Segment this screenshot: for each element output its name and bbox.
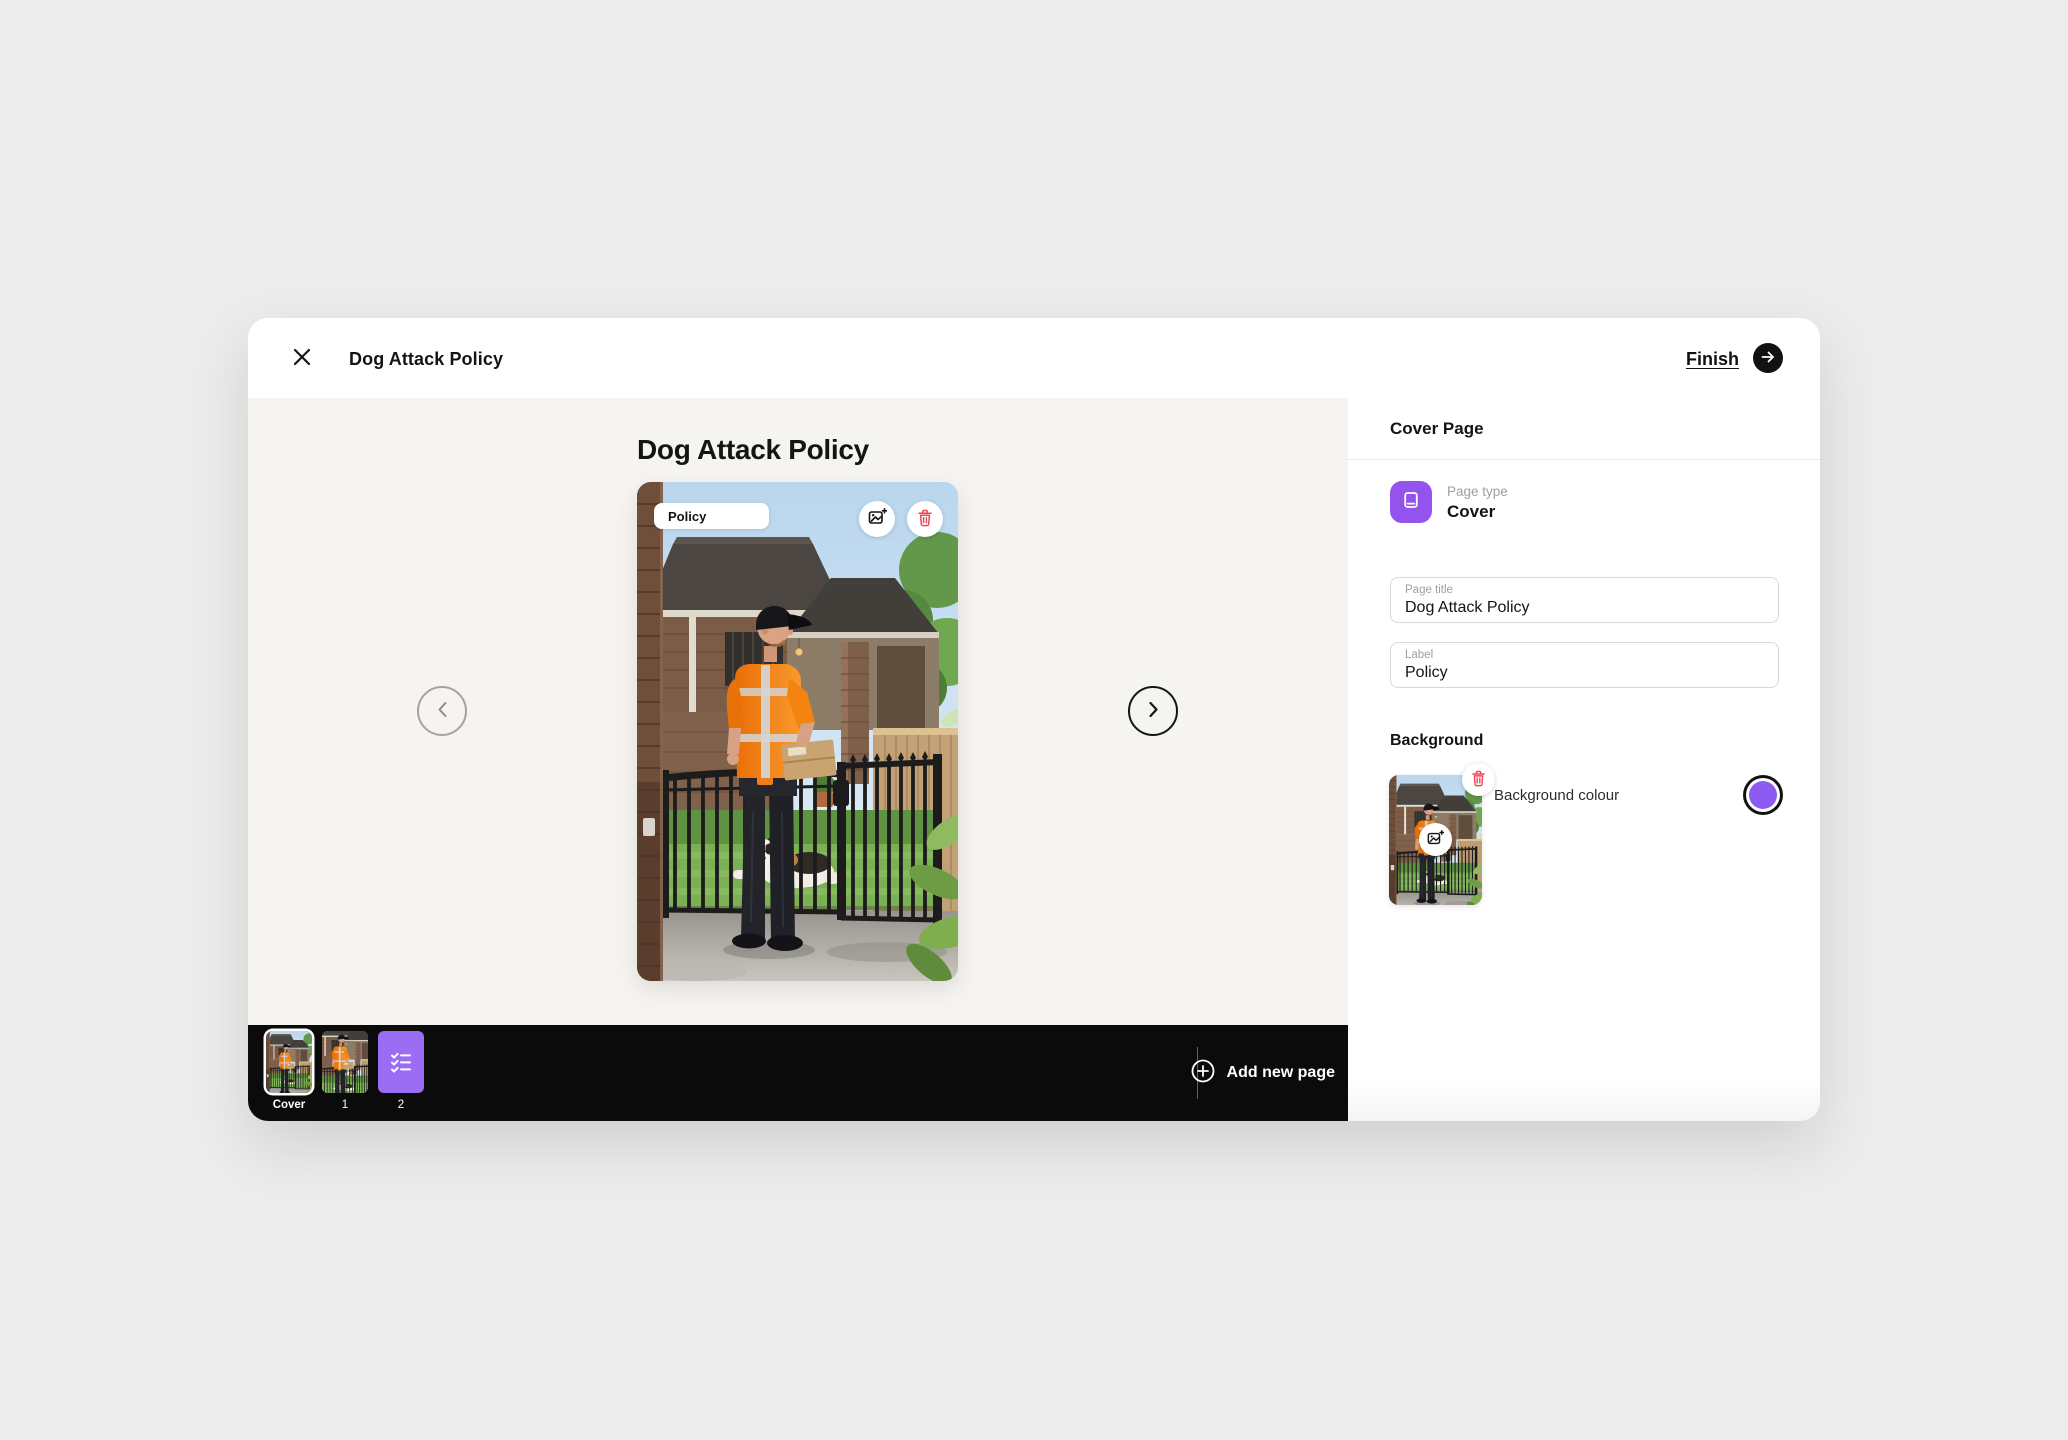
page-thumbnail-1[interactable] xyxy=(322,1031,368,1093)
settings-sidebar: Cover Page Page type Cover Page title La… xyxy=(1348,398,1820,1121)
page-1-thumbnail-image xyxy=(322,1031,368,1093)
page-title-field: Page title xyxy=(1390,577,1779,623)
next-page-button[interactable] xyxy=(1128,686,1178,736)
swatch-ring xyxy=(1746,778,1780,812)
trash-icon xyxy=(1471,770,1486,790)
page-canvas: Dog Attack Policy Policy xyxy=(248,398,1348,1121)
page-type-icon-tile xyxy=(1390,481,1432,523)
label-field: Label xyxy=(1390,642,1779,688)
plus-circle-icon xyxy=(1190,1058,1216,1089)
page-type-label: Page type xyxy=(1447,484,1508,499)
page-thumbnail-cover[interactable] xyxy=(266,1031,312,1093)
chevron-right-icon xyxy=(1146,700,1161,722)
background-colour-label: Background colour xyxy=(1494,787,1619,804)
image-edit-icon xyxy=(1427,830,1444,850)
background-heading: Background xyxy=(1390,732,1483,750)
trash-icon xyxy=(917,509,933,530)
page-type-value: Cover xyxy=(1447,502,1495,522)
add-new-page-label: Add new page xyxy=(1227,1064,1335,1082)
thumbnail-label-2: 2 xyxy=(368,1099,434,1111)
page-title-input[interactable] xyxy=(1405,599,1763,617)
modal-body: Dog Attack Policy Policy xyxy=(248,398,1820,1121)
page-heading: Dog Attack Policy xyxy=(637,434,869,466)
finish-link[interactable]: Finish xyxy=(1686,349,1739,370)
modal-header: Dog Attack Policy Finish xyxy=(248,318,1820,398)
checklist-icon xyxy=(390,1051,412,1073)
book-icon xyxy=(1401,490,1421,515)
close-button[interactable] xyxy=(288,344,316,372)
label-input[interactable] xyxy=(1405,664,1763,682)
delete-image-button[interactable] xyxy=(907,501,943,537)
change-background-image-button[interactable] xyxy=(1419,823,1452,856)
change-image-button[interactable] xyxy=(859,501,895,537)
cover-page-card: Policy xyxy=(637,482,958,981)
remove-background-button[interactable] xyxy=(1462,763,1495,796)
close-icon xyxy=(290,345,314,372)
previous-page-button[interactable] xyxy=(417,686,467,736)
swatch-colour xyxy=(1749,781,1777,809)
desktop: { "colors": { "page-bg": "#ececec", "can… xyxy=(0,0,2068,1440)
page-thumbnail-2[interactable] xyxy=(378,1031,424,1093)
editor-modal: Dog Attack Policy Finish Dog Attack Poli… xyxy=(248,318,1820,1121)
document-title: Dog Attack Policy xyxy=(349,349,503,370)
page-title-field-label: Page title xyxy=(1405,584,1453,596)
label-field-label: Label xyxy=(1405,649,1433,661)
add-new-page-button[interactable]: Add new page xyxy=(1190,1025,1335,1121)
finish-button[interactable] xyxy=(1753,343,1783,373)
sidebar-divider xyxy=(1348,459,1820,460)
pages-bar: Cover 1 2 Add new page xyxy=(248,1025,1348,1121)
sidebar-title: Cover Page xyxy=(1390,419,1484,439)
chevron-left-icon xyxy=(435,700,450,722)
background-colour-swatch[interactable] xyxy=(1743,775,1783,815)
cover-thumbnail-image xyxy=(266,1031,312,1093)
image-edit-icon xyxy=(868,508,887,530)
cover-photo xyxy=(637,482,958,981)
arrow-right-icon xyxy=(1760,349,1776,368)
card-label-chip: Policy xyxy=(654,503,769,529)
